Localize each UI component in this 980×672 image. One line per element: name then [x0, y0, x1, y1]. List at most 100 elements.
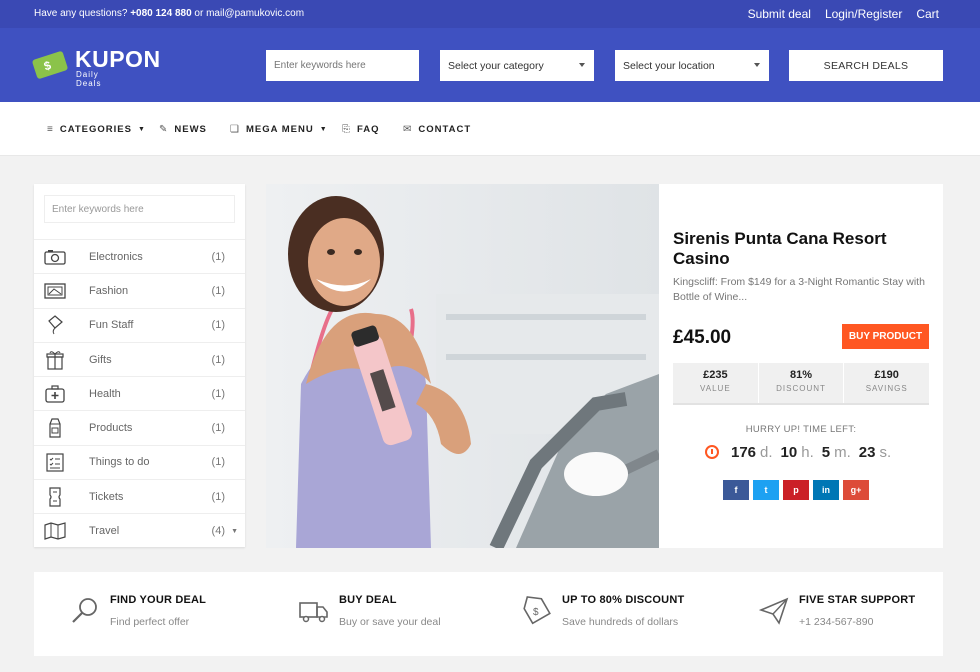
milk-carton-icon: [44, 418, 66, 438]
stat-number: £190: [874, 369, 899, 381]
envelope-icon: ✉: [403, 124, 413, 135]
stopwatch-icon: [705, 445, 719, 459]
picture-icon: [44, 281, 66, 301]
timer-days: 176: [731, 444, 757, 461]
nav-label: NEWS: [174, 124, 207, 135]
contact-info: Have any questions? +080 124 880 or mail…: [34, 8, 304, 19]
clipboard-icon: ⎘: [342, 124, 351, 135]
category-products[interactable]: Products (1): [34, 410, 245, 444]
category-things-to-do[interactable]: Things to do (1): [34, 444, 245, 479]
buy-product-button[interactable]: BUY PRODUCT: [842, 324, 929, 349]
kite-icon: [44, 315, 66, 335]
top-bar: Have any questions? +080 124 880 or mail…: [0, 0, 980, 28]
nav-mega-menu[interactable]: ❏ MEGA MENU ▼: [230, 124, 328, 135]
ticket-icon: [31, 50, 69, 80]
category-count: (1): [211, 284, 225, 297]
nav-contact[interactable]: ✉ CONTACT: [403, 124, 471, 135]
category-name: Fashion: [89, 284, 129, 297]
nav-categories[interactable]: ≡ CATEGORIES ▼: [47, 124, 146, 135]
list-icon: ≡: [47, 124, 54, 135]
facebook-share-button[interactable]: f: [723, 480, 749, 500]
nav-faq[interactable]: ⎘ FAQ: [342, 124, 380, 135]
map-icon: [44, 521, 66, 541]
header: KUPON Daily Deals Select your category S…: [0, 28, 980, 102]
category-count: (1): [211, 387, 225, 400]
category-name: Health: [89, 387, 121, 400]
nav-news[interactable]: ✎ NEWS: [159, 124, 207, 135]
deal-image[interactable]: [266, 184, 659, 548]
category-fashion[interactable]: Fashion (1): [34, 273, 245, 307]
paper-plane-icon: [759, 597, 789, 625]
google-plus-share-button[interactable]: g+: [843, 480, 869, 500]
stat-value: £235 VALUE: [673, 363, 759, 403]
nav-label: FAQ: [357, 124, 380, 135]
pinterest-share-button[interactable]: p: [783, 480, 809, 500]
feature-title: FIND YOUR DEAL: [110, 594, 207, 606]
category-travel[interactable]: Travel (4) ▼: [34, 513, 245, 547]
category-count: (1): [211, 250, 225, 263]
category-sidebar: Enter keywords here Electronics (1) Fash…: [34, 184, 245, 547]
category-count: (1): [211, 490, 225, 503]
category-select-value: Select your category: [448, 59, 544, 72]
timer-minutes: 5: [821, 444, 831, 461]
timer-minutes-unit: m.: [834, 444, 851, 461]
category-select[interactable]: Select your category: [440, 50, 594, 81]
stat-number: 81%: [789, 369, 813, 381]
feature-subtitle: Save hundreds of dollars: [562, 616, 679, 628]
deal-description: Kingscliff: From $149 for a 3-Night Roma…: [673, 276, 925, 303]
location-select[interactable]: Select your location: [615, 50, 769, 81]
feature-title: UP TO 80% DISCOUNT: [562, 594, 685, 606]
timer-hours-unit: h.: [801, 444, 814, 461]
timer-hours: 10: [780, 444, 798, 461]
deal-title[interactable]: Sirenis Punta Cana Resort Casino: [673, 229, 923, 269]
linkedin-share-button[interactable]: in: [813, 480, 839, 500]
caret-down-icon: [579, 63, 585, 67]
category-fun-staff[interactable]: Fun Staff (1): [34, 307, 245, 342]
timer-days-unit: d.: [760, 444, 773, 461]
category-tickets[interactable]: Tickets (1): [34, 479, 245, 513]
category-gifts[interactable]: Gifts (1): [34, 341, 245, 376]
countdown-timer: 176 d. 10 h. 5 m. 23 s.: [731, 444, 895, 461]
timer-seconds: 23: [858, 444, 876, 461]
social-share: f t p in g+: [723, 480, 869, 500]
login-register-link[interactable]: Login/Register: [825, 7, 902, 21]
category-count: (1): [211, 353, 225, 366]
gift-icon: [44, 350, 66, 370]
category-count: (1): [211, 422, 225, 435]
category-name: Things to do: [89, 456, 150, 469]
window-icon: ❏: [230, 124, 240, 135]
category-health[interactable]: Health (1): [34, 376, 245, 410]
caret-down-icon: [754, 63, 760, 67]
submit-deal-link[interactable]: Submit deal: [748, 7, 811, 21]
stat-discount: 81% DISCOUNT: [759, 363, 845, 403]
feature-subtitle: Find perfect offer: [110, 616, 190, 628]
sidebar-search-input[interactable]: Enter keywords here: [44, 195, 235, 223]
caret-down-icon: ▼: [319, 126, 328, 133]
location-select-value: Select your location: [623, 59, 715, 72]
mail-text[interactable]: or mail@pamukovic.com: [194, 8, 304, 19]
category-name: Travel: [89, 525, 120, 538]
nav-label: CONTACT: [418, 124, 472, 135]
caret-down-icon[interactable]: ▼: [231, 528, 238, 535]
question-text: Have any questions?: [34, 8, 128, 19]
phone-number[interactable]: +080 124 880: [130, 8, 191, 19]
price-tag-icon: $: [523, 596, 551, 625]
woman-with-water-bottle-illustration: [266, 184, 659, 548]
stat-label: VALUE: [700, 384, 731, 393]
category-electronics[interactable]: Electronics (1): [34, 239, 245, 273]
category-name: Tickets: [89, 490, 124, 503]
stat-label: DISCOUNT: [776, 384, 826, 393]
main-nav: ≡ CATEGORIES ▼ ✎ NEWS ❏ MEGA MENU ▼ ⎘ FA…: [0, 102, 980, 156]
nav-label: CATEGORIES: [59, 124, 132, 135]
category-name: Fun Staff: [89, 319, 134, 332]
twitter-share-button[interactable]: t: [753, 480, 779, 500]
keyword-search-input[interactable]: [266, 50, 419, 81]
deal-stats: £235 VALUE 81% DISCOUNT £190 SAVINGS: [673, 363, 929, 405]
deal-price: £45.00: [673, 327, 732, 348]
feature-subtitle: +1 234-567-890: [799, 616, 874, 628]
nav-label: MEGA MENU: [245, 124, 314, 135]
cart-link[interactable]: Cart: [916, 7, 939, 21]
category-name: Electronics: [89, 250, 143, 263]
magnifier-icon: [72, 598, 97, 623]
search-deals-button[interactable]: SEARCH DEALS: [789, 50, 943, 81]
